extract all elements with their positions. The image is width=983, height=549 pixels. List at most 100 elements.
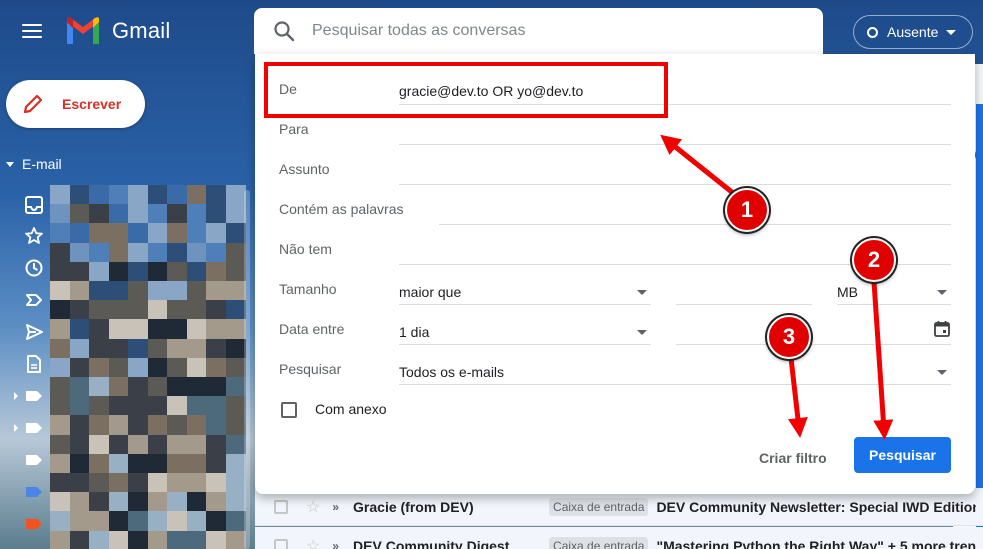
- email-section-header[interactable]: E-mail: [6, 156, 62, 172]
- mosaic-tile: [89, 530, 109, 549]
- clock-icon[interactable]: [24, 258, 44, 278]
- mosaic-tile: [108, 319, 129, 340]
- table-row[interactable]: ☆ » DEV Community Digest Caixa de entrad…: [255, 527, 983, 549]
- send-icon[interactable]: [24, 322, 44, 342]
- importance-icon[interactable]: »: [332, 500, 339, 514]
- row-checkbox[interactable]: [274, 499, 288, 514]
- mosaic-tile: [167, 242, 187, 263]
- email-label[interactable]: Caixa de entrada: [549, 536, 649, 549]
- mosaic-tile: [206, 300, 226, 320]
- label-red-icon[interactable]: [24, 514, 44, 534]
- star-outline-icon[interactable]: ☆: [306, 497, 320, 517]
- highlight-box: [264, 62, 668, 118]
- mosaic-tile: [206, 492, 226, 512]
- dropdown-arrow-icon: [637, 290, 647, 295]
- mosaic-tile: [167, 281, 187, 301]
- main-menu-icon[interactable]: [22, 22, 44, 40]
- mosaic-tile: [69, 396, 90, 416]
- label-icon[interactable]: [24, 450, 44, 470]
- mosaic-tile: [108, 357, 129, 378]
- date-input[interactable]: [676, 317, 951, 345]
- date-range-value: 1 dia: [399, 324, 430, 340]
- expand-arrow-icon[interactable]: [14, 424, 18, 432]
- mosaic-tile: [147, 492, 168, 512]
- star-outline-icon[interactable]: ☆: [306, 536, 320, 549]
- gmail-logo[interactable]: Gmail: [64, 16, 170, 46]
- mosaic-tile: [225, 492, 246, 512]
- expand-arrow-icon[interactable]: [14, 392, 18, 400]
- mosaic-tile: [128, 223, 148, 244]
- mosaic-tile: [225, 473, 246, 493]
- subject-input[interactable]: [399, 157, 951, 185]
- mosaic-tile: [108, 453, 129, 474]
- label-icon[interactable]: [24, 386, 44, 406]
- mosaic-tile: [108, 223, 129, 244]
- star-icon[interactable]: [24, 226, 44, 246]
- row-checkbox[interactable]: [274, 538, 288, 549]
- search-in-select[interactable]: Todos os e-mails: [399, 357, 951, 385]
- mosaic-tile: [167, 338, 187, 359]
- mosaic-tile: [69, 473, 90, 493]
- mosaic-tile: [89, 300, 109, 320]
- mosaic-tile: [206, 204, 226, 224]
- mosaic-tile: [69, 319, 90, 340]
- mosaic-tile: [50, 530, 70, 549]
- size-row: Tamanho maior que MB: [279, 269, 951, 309]
- size-operator-select[interactable]: maior que: [399, 277, 651, 305]
- mosaic-tile: [225, 453, 246, 474]
- doesnt-have-row: Não tem: [279, 229, 951, 269]
- calendar-icon[interactable]: [933, 320, 951, 338]
- status-label: Ausente: [887, 24, 939, 40]
- mosaic-tile: [167, 357, 187, 378]
- draft-icon[interactable]: [24, 354, 44, 374]
- mosaic-tile: [128, 492, 148, 512]
- email-sender: DEV Community Digest: [353, 537, 510, 549]
- search-bar[interactable]: [254, 8, 823, 54]
- mosaic-tile: [147, 300, 168, 320]
- mosaic-tile: [167, 415, 187, 436]
- create-filter-button[interactable]: Criar filtro: [755, 444, 831, 474]
- subject-label: Assunto: [279, 161, 330, 177]
- mosaic-tile: [128, 434, 148, 455]
- mosaic-tile: [147, 261, 168, 282]
- mosaic-tile: [206, 377, 226, 397]
- mosaic-tile: [108, 185, 129, 205]
- mosaic-tile: [186, 261, 207, 282]
- mosaic-tile: [206, 511, 226, 532]
- search-button[interactable]: Pesquisar: [854, 437, 951, 473]
- search-icon[interactable]: [272, 19, 296, 43]
- mosaic-tile: [50, 338, 70, 359]
- mosaic-tile: [50, 242, 70, 263]
- date-range-select[interactable]: 1 dia: [399, 317, 651, 345]
- sidebar-scrollbar[interactable]: [244, 190, 250, 549]
- mosaic-tile: [186, 396, 207, 416]
- status-selector[interactable]: Ausente: [853, 15, 973, 49]
- mosaic-tile: [186, 415, 207, 436]
- size-unit-select[interactable]: MB: [837, 277, 951, 305]
- mosaic-tile: [147, 204, 168, 224]
- mosaic-tile: [128, 530, 148, 549]
- size-value-input[interactable]: [676, 277, 812, 305]
- inbox-icon[interactable]: [24, 195, 44, 215]
- mosaic-tile: [108, 300, 129, 320]
- to-input[interactable]: [399, 117, 951, 145]
- mosaic-tile: [147, 242, 168, 263]
- mosaic-tile: [147, 511, 168, 532]
- mosaic-tile: [89, 281, 109, 301]
- important-icon[interactable]: [24, 290, 44, 310]
- mosaic-tile: [206, 473, 226, 493]
- email-subject: "Mastering Python the Right Way" + 5 mor…: [656, 537, 977, 549]
- mosaic-tile: [128, 185, 148, 205]
- mosaic-tile: [167, 319, 187, 340]
- mosaic-tile: [167, 204, 187, 224]
- email-label[interactable]: Caixa de entrada: [549, 497, 649, 516]
- label-icon[interactable]: [24, 418, 44, 438]
- label-blue-icon[interactable]: [24, 482, 44, 502]
- search-input[interactable]: [312, 22, 792, 40]
- mosaic-tile: [128, 242, 148, 263]
- importance-icon[interactable]: »: [332, 539, 339, 549]
- attachment-checkbox[interactable]: [281, 402, 297, 418]
- compose-button[interactable]: Escrever: [6, 80, 145, 128]
- mosaic-tile: [69, 415, 90, 436]
- has-words-input[interactable]: [439, 197, 951, 225]
